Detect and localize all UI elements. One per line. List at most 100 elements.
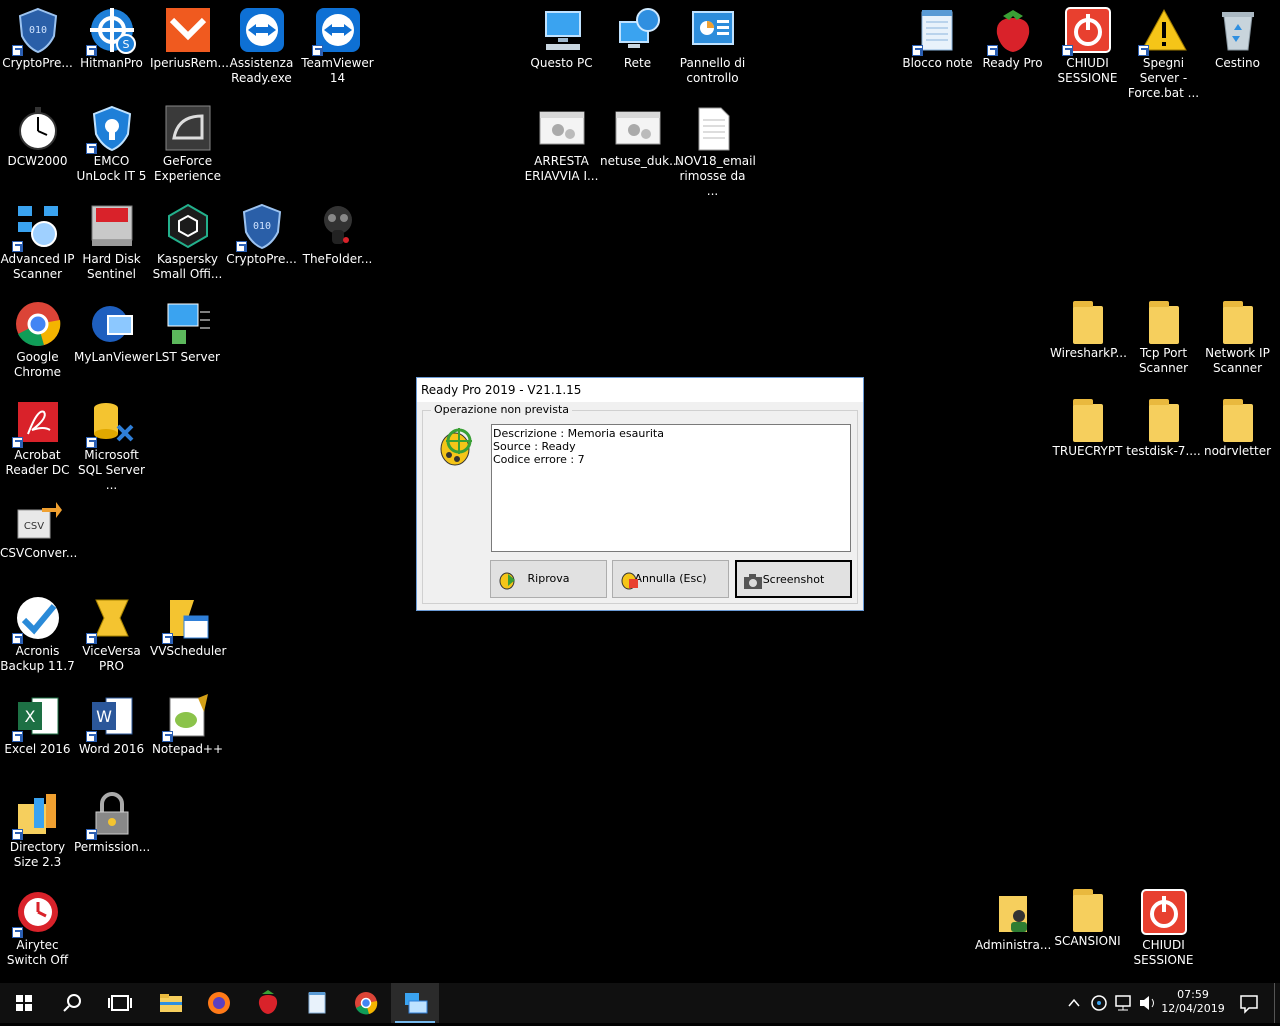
group-label: Operazione non prevista bbox=[431, 403, 573, 416]
taskbar-notepad[interactable] bbox=[293, 983, 341, 1023]
icon-label: Directory Size 2.3 bbox=[9, 840, 66, 869]
tray-volume[interactable] bbox=[1136, 983, 1158, 1023]
desktop-icon-questo-pc[interactable]: Questo PC bbox=[524, 2, 599, 71]
icon-label: GeForce Experience bbox=[154, 154, 221, 183]
teamviewer-icon bbox=[311, 6, 362, 56]
icon-label: Acronis Backup 11.7 bbox=[0, 644, 75, 673]
clock-date: 12/04/2019 bbox=[1161, 1002, 1225, 1015]
start-button[interactable] bbox=[0, 983, 48, 1023]
desktop-icon-dcw2000[interactable]: DCW2000 bbox=[0, 100, 75, 169]
desktop-icon-csv-converter[interactable]: CSV CSVConver... bbox=[0, 492, 77, 561]
desktop-icon-netuse[interactable]: netuse_duk... bbox=[600, 100, 681, 169]
network-icon bbox=[1115, 995, 1131, 1011]
desktop-icon-directory-size[interactable]: Directory Size 2.3 bbox=[0, 786, 75, 870]
taskbar-explorer[interactable] bbox=[146, 983, 194, 1023]
desktop-icon-hitmanpro[interactable]: S HitmanPro bbox=[74, 2, 149, 71]
retry-button[interactable]: Riprova bbox=[490, 560, 607, 598]
desktop-icon-arresta[interactable]: ARRESTA ERIAVVIA I... bbox=[524, 100, 599, 184]
search-button[interactable] bbox=[48, 983, 96, 1023]
desktop-icon-lst-server[interactable]: LST Server bbox=[150, 296, 225, 365]
desktop-icon-testdisk[interactable]: testdisk-7.... bbox=[1126, 394, 1201, 459]
task-view-button[interactable] bbox=[96, 983, 144, 1023]
desktop-icon-mssql[interactable]: Microsoft SQL Server ... bbox=[74, 394, 149, 493]
warning-icon bbox=[1137, 6, 1188, 56]
desktop-icon-ready-pro[interactable]: Ready Pro bbox=[975, 2, 1050, 71]
iperius-icon bbox=[164, 6, 212, 54]
icon-label: testdisk-7.... bbox=[1126, 444, 1201, 458]
action-center-button[interactable] bbox=[1232, 983, 1266, 1023]
desktop-icon-administrator[interactable]: Administra... bbox=[975, 884, 1051, 953]
desktop-icon-spegni-server[interactable]: Spegni Server - Force.bat ... bbox=[1126, 2, 1201, 101]
desktop-icon-network-ip[interactable]: Network IP Scanner bbox=[1200, 296, 1275, 376]
desktop-icon-cestino[interactable]: Cestino bbox=[1200, 2, 1275, 71]
desktop-icon-notepadpp[interactable]: Notepad++ bbox=[150, 688, 225, 757]
desktop-icon-permission[interactable]: Permission... bbox=[74, 786, 150, 855]
desktop-icon-teamviewer[interactable]: TeamViewer 14 bbox=[300, 2, 375, 86]
desktop-icon-tcp-port[interactable]: Tcp Port Scanner bbox=[1126, 296, 1201, 376]
tray-network[interactable] bbox=[1112, 983, 1134, 1023]
desktop-icon-acrobat[interactable]: Acrobat Reader DC bbox=[0, 394, 75, 478]
desktop-icon-thefolder[interactable]: TheFolder... bbox=[300, 198, 375, 267]
desktop-icon-excel[interactable]: X Excel 2016 bbox=[0, 688, 75, 757]
icon-label: DCW2000 bbox=[7, 154, 68, 168]
desktop-icon-chiudi-sessione[interactable]: CHIUDI SESSIONE bbox=[1050, 2, 1125, 86]
icon-label: Advanced IP Scanner bbox=[0, 252, 75, 281]
tray-network-share[interactable] bbox=[1088, 983, 1110, 1023]
desktop-icon-mylanviewer[interactable]: MyLanViewer bbox=[74, 296, 154, 365]
icon-label: Tcp Port Scanner bbox=[1138, 346, 1189, 375]
desktop-icon-kaspersky[interactable]: Kaspersky Small Offi... bbox=[150, 198, 225, 282]
error-message[interactable]: Descrizione : Memoria esaurita Source : … bbox=[491, 424, 851, 552]
desktop-icon-chrome[interactable]: Google Chrome bbox=[0, 296, 75, 380]
screenshot-button[interactable]: Screenshot bbox=[735, 560, 852, 598]
desktop-icon-airytec[interactable]: Airytec Switch Off bbox=[0, 884, 75, 968]
taskbar-firefox[interactable] bbox=[195, 983, 243, 1023]
desktop-icon-truecrypt[interactable]: TRUECRYPT bbox=[1050, 394, 1125, 459]
desktop-icon-vvscheduler[interactable]: VVScheduler bbox=[150, 590, 227, 659]
desktop-icon-chiudi-sessione-2[interactable]: CHIUDI SESSIONE bbox=[1126, 884, 1201, 968]
padlock-icon bbox=[85, 790, 136, 840]
desktop-icon-emco[interactable]: EMCO UnLock IT 5 bbox=[74, 100, 149, 184]
folder-icon bbox=[1148, 399, 1179, 442]
icon-label: WiresharkP... bbox=[1050, 346, 1127, 360]
dialog-title[interactable]: Ready Pro 2019 - V21.1.15 bbox=[417, 378, 863, 402]
desktop-icon-iperius[interactable]: IperiusRem... bbox=[150, 2, 229, 71]
icon-label: Cestino bbox=[1215, 56, 1260, 70]
desktop-icon-acronis[interactable]: Acronis Backup 11.7 bbox=[0, 590, 75, 674]
icon-label: Airytec Switch Off bbox=[6, 938, 69, 967]
desktop-icon-nov18[interactable]: NOV18_email rimosse da ... bbox=[675, 100, 756, 199]
gas-mask-icon bbox=[314, 202, 362, 250]
network-icon bbox=[614, 6, 662, 54]
taskbar-chrome[interactable] bbox=[342, 983, 390, 1023]
desktop-icon-word[interactable]: W Word 2016 bbox=[74, 688, 149, 757]
show-desktop-button[interactable] bbox=[1274, 983, 1280, 1023]
tray-chevron[interactable] bbox=[1064, 983, 1084, 1023]
taskbar-active-app[interactable] bbox=[391, 983, 439, 1023]
message-line: Descrizione : Memoria esaurita bbox=[493, 427, 664, 440]
desktop-icon-viceversa[interactable]: ViceVersa PRO bbox=[74, 590, 149, 674]
icon-label: TheFolder... bbox=[302, 252, 373, 266]
desktop-icon-assistenza[interactable]: Assistenza Ready.exe bbox=[224, 2, 299, 86]
batch-file-icon bbox=[538, 104, 586, 152]
cancel-button[interactable]: Annulla (Esc) bbox=[612, 560, 729, 598]
svg-text:010: 010 bbox=[28, 25, 46, 36]
screenshot-label: Screenshot bbox=[762, 573, 825, 586]
desktop-icon-blocco-note[interactable]: Blocco note bbox=[900, 2, 975, 71]
desktop-icon-advanced-ip[interactable]: Advanced IP Scanner bbox=[0, 198, 75, 282]
power-icon bbox=[1061, 6, 1112, 56]
tray-clock[interactable]: 07:59 12/04/2019 bbox=[1160, 983, 1226, 1023]
icon-label: Pannello di controllo bbox=[679, 56, 746, 85]
desktop-icon-nodrvletter[interactable]: nodrvletter bbox=[1200, 394, 1275, 459]
desktop-icon-pannello[interactable]: Pannello di controllo bbox=[675, 2, 750, 86]
desktop-icon-scansioni[interactable]: SCANSIONI bbox=[1050, 884, 1125, 949]
word-icon: W bbox=[85, 692, 136, 742]
taskbar-ready-pro[interactable] bbox=[244, 983, 292, 1023]
desktop-icon-rete[interactable]: Rete bbox=[600, 2, 675, 71]
icon-label: SCANSIONI bbox=[1054, 934, 1121, 948]
desktop-icon-wireshark[interactable]: WiresharkP... bbox=[1050, 296, 1127, 361]
desktop-icon-geforce[interactable]: GeForce Experience bbox=[150, 100, 225, 184]
folder-icon bbox=[1072, 889, 1103, 932]
desktop-icon-cryptoprevent[interactable]: 010 CryptoPre... bbox=[0, 2, 75, 71]
task-view-icon bbox=[108, 995, 132, 1011]
desktop-icon-cryptoprevent-2[interactable]: 010 CryptoPre... bbox=[224, 198, 299, 267]
desktop-icon-hdsentinel[interactable]: Hard Disk Sentinel bbox=[74, 198, 149, 282]
